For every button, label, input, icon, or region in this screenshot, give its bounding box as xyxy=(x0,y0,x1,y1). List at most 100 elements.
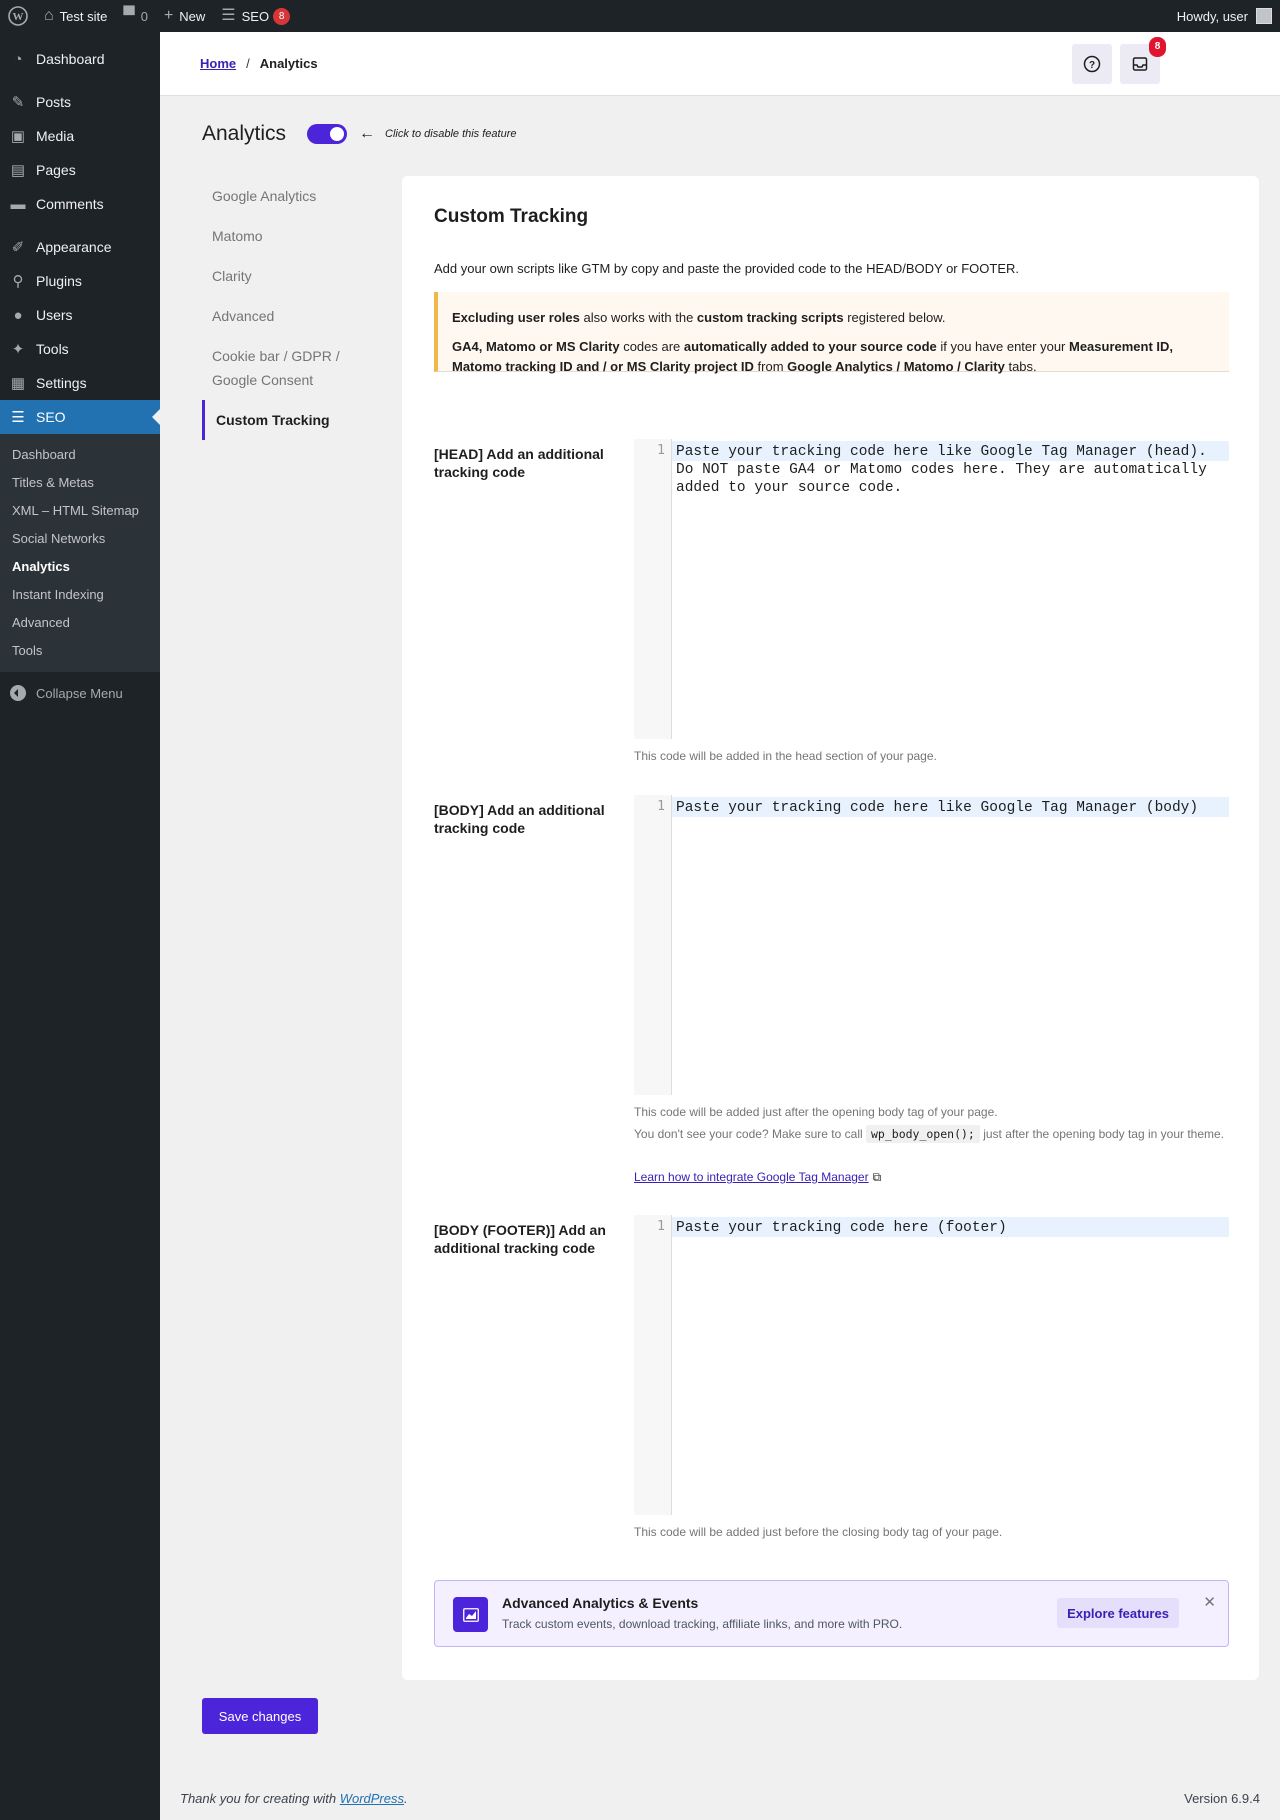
head-help-text: This code will be added in the head sect… xyxy=(634,749,937,763)
sidebar-item-dashboard[interactable]: ◔ Dashboard xyxy=(0,42,160,76)
plug-icon: ⚲ xyxy=(12,273,24,290)
submenu-instant-indexing[interactable]: Instant Indexing xyxy=(0,581,160,609)
new-content-link[interactable]: + New xyxy=(156,0,213,32)
tab-advanced[interactable]: Advanced xyxy=(202,296,372,336)
footer-tracking-row: [BODY (FOOTER)] Add an additional tracki… xyxy=(434,1215,1229,1545)
sidebar-item-seo[interactable]: ☰ SEO xyxy=(0,400,160,434)
gtm-link-row: Learn how to integrate Google Tag Manage… xyxy=(634,1168,1229,1187)
pages-icon: ▤ xyxy=(10,162,26,179)
sidebar-item-pages[interactable]: ▤ Pages xyxy=(0,153,160,187)
comment-icon: ▬ xyxy=(10,195,26,213)
line-number-gutter: 1 xyxy=(634,439,672,739)
submenu-social-networks[interactable]: Social Networks xyxy=(0,525,160,553)
body-code-editor[interactable]: 1 Paste your tracking code here like Goo… xyxy=(634,795,1229,1095)
pro-promo-banner: Advanced Analytics & Events Track custom… xyxy=(434,1580,1229,1647)
svg-text:?: ? xyxy=(1089,60,1095,71)
code-snippet: wp_body_open(); xyxy=(866,1125,980,1143)
media-icon: ▣ xyxy=(10,128,26,145)
plus-icon: + xyxy=(163,7,174,24)
tab-custom-tracking[interactable]: Custom Tracking xyxy=(202,400,372,440)
section-title: Custom Tracking xyxy=(434,206,589,227)
site-name-link[interactable]: ⌂ Test site xyxy=(36,0,115,32)
sidebar-item-posts[interactable]: ✎ Posts xyxy=(0,85,160,119)
sidebar-item-label: Settings xyxy=(36,375,87,391)
sidebar-item-settings[interactable]: ▦ Settings xyxy=(0,366,160,400)
sidebar-item-label: Tools xyxy=(36,341,69,357)
submenu-dashboard[interactable]: Dashboard xyxy=(0,441,160,469)
sidebar-item-plugins[interactable]: ⚲ Plugins xyxy=(0,264,160,298)
submenu-sitemap[interactable]: XML – HTML Sitemap xyxy=(0,497,160,525)
comments-count: 0 xyxy=(140,8,148,24)
info-notice: Excluding user roles also works with the… xyxy=(434,292,1229,374)
help-button[interactable]: ? xyxy=(1072,44,1112,84)
body-tracking-row: [BODY] Add an additional tracking code 1… xyxy=(434,795,1229,1195)
submenu-advanced[interactable]: Advanced xyxy=(0,609,160,637)
save-changes-button[interactable]: Save changes xyxy=(202,1698,318,1734)
sidebar-item-label: Pages xyxy=(36,162,76,178)
admin-bar: W ⌂ Test site ▀ 0 + New ☰ SEO 8 Howdy, u… xyxy=(0,0,1280,32)
wordpress-logo-icon[interactable]: W xyxy=(0,0,36,32)
tab-clarity[interactable]: Clarity xyxy=(202,256,372,296)
tab-google-analytics[interactable]: Google Analytics xyxy=(202,176,372,216)
footer-code-editor[interactable]: 1 Paste your tracking code here (footer) xyxy=(634,1215,1229,1515)
external-link-icon: ⧉ xyxy=(872,1170,882,1184)
footer-help-text: This code will be added just before the … xyxy=(634,1525,1003,1539)
wordpress-link[interactable]: WordPress xyxy=(340,1791,404,1806)
head-code-editor[interactable]: 1 Paste your tracking code here like Goo… xyxy=(634,439,1229,739)
account-menu[interactable]: Howdy, user xyxy=(1177,8,1280,24)
page-header: Home / Analytics ? 8 xyxy=(160,32,1280,96)
sidebar-item-comments[interactable]: ▬ Comments xyxy=(0,187,160,221)
page-title: Analytics xyxy=(202,122,287,145)
collapse-icon xyxy=(10,685,26,701)
analytics-chart-icon xyxy=(453,1597,488,1632)
seo-icon: ☰ xyxy=(11,409,25,426)
breadcrumb-current: Analytics xyxy=(259,56,318,71)
comments-link[interactable]: ▀ 0 xyxy=(115,0,156,32)
footer-tracking-label: [BODY (FOOTER)] Add an additional tracki… xyxy=(434,1222,606,1256)
sidebar-item-tools[interactable]: ✦ Tools xyxy=(0,332,160,366)
sidebar-item-media[interactable]: ▣ Media xyxy=(0,119,160,153)
comment-icon: ▀ xyxy=(123,7,135,24)
sidebar-item-label: SEO xyxy=(36,409,66,425)
notifications-badge: 8 xyxy=(1149,37,1166,57)
body-code-placeholder: Paste your tracking code here like Googl… xyxy=(672,797,1229,819)
collapse-menu-button[interactable]: Collapse Menu xyxy=(0,676,160,710)
feature-toggle[interactable] xyxy=(307,124,348,144)
breadcrumb-separator: / xyxy=(246,56,250,71)
sidebar-item-label: Users xyxy=(36,307,73,323)
svg-text:W: W xyxy=(13,11,24,23)
tab-cookie-bar[interactable]: Cookie bar / GDPR / Google Consent xyxy=(202,336,372,400)
explore-features-button[interactable]: Explore features xyxy=(1057,1598,1179,1628)
pin-icon: ✎ xyxy=(11,94,25,111)
body-wp-body-open-note: You don't see your code? Make sure to ca… xyxy=(634,1125,1225,1143)
seo-submenu: Dashboard Titles & Metas XML – HTML Site… xyxy=(0,434,160,672)
collapse-label: Collapse Menu xyxy=(36,685,123,701)
new-label: New xyxy=(179,8,206,24)
seo-adminbar-link[interactable]: ☰ SEO 8 xyxy=(213,0,298,32)
avatar xyxy=(1256,8,1272,24)
admin-sidebar: ◔ Dashboard ✎ Posts ▣ Media ▤ Pages ▬ Comment… xyxy=(0,32,160,1820)
body-tracking-label: [BODY] Add an additional tracking code xyxy=(434,802,605,836)
toggle-hint: Click to disable this feature xyxy=(385,128,517,140)
seo-icon: ☰ xyxy=(221,7,236,24)
gtm-guide-link[interactable]: Learn how to integrate Google Tag Manage… xyxy=(634,1170,869,1184)
promo-title: Advanced Analytics & Events xyxy=(502,1595,699,1611)
line-number: 1 xyxy=(657,799,665,814)
sidebar-item-label: Media xyxy=(36,128,75,144)
sidebar-item-users[interactable]: ● Users xyxy=(0,298,160,332)
submenu-tools[interactable]: Tools xyxy=(0,637,160,665)
sidebar-item-label: Comments xyxy=(36,196,104,212)
body-help-text: This code will be added just after the o… xyxy=(634,1105,998,1119)
tab-matomo[interactable]: Matomo xyxy=(202,216,372,256)
seo-notification-badge: 8 xyxy=(273,7,291,25)
notifications-button[interactable]: 8 xyxy=(1120,37,1166,84)
footer-version: Version 6.9.4 xyxy=(1184,1791,1260,1806)
breadcrumb-home-link[interactable]: Home xyxy=(200,56,236,71)
submenu-titles-metas[interactable]: Titles & Metas xyxy=(0,469,160,497)
footer-thanks: Thank you for creating with WordPress. xyxy=(180,1791,408,1806)
line-number: 1 xyxy=(657,1219,665,1234)
close-icon[interactable]: ✕ xyxy=(1203,1593,1216,1611)
sidebar-item-appearance[interactable]: ✐ Appearance xyxy=(0,230,160,264)
submenu-analytics[interactable]: Analytics xyxy=(0,553,160,581)
inbox-icon xyxy=(1132,57,1148,71)
